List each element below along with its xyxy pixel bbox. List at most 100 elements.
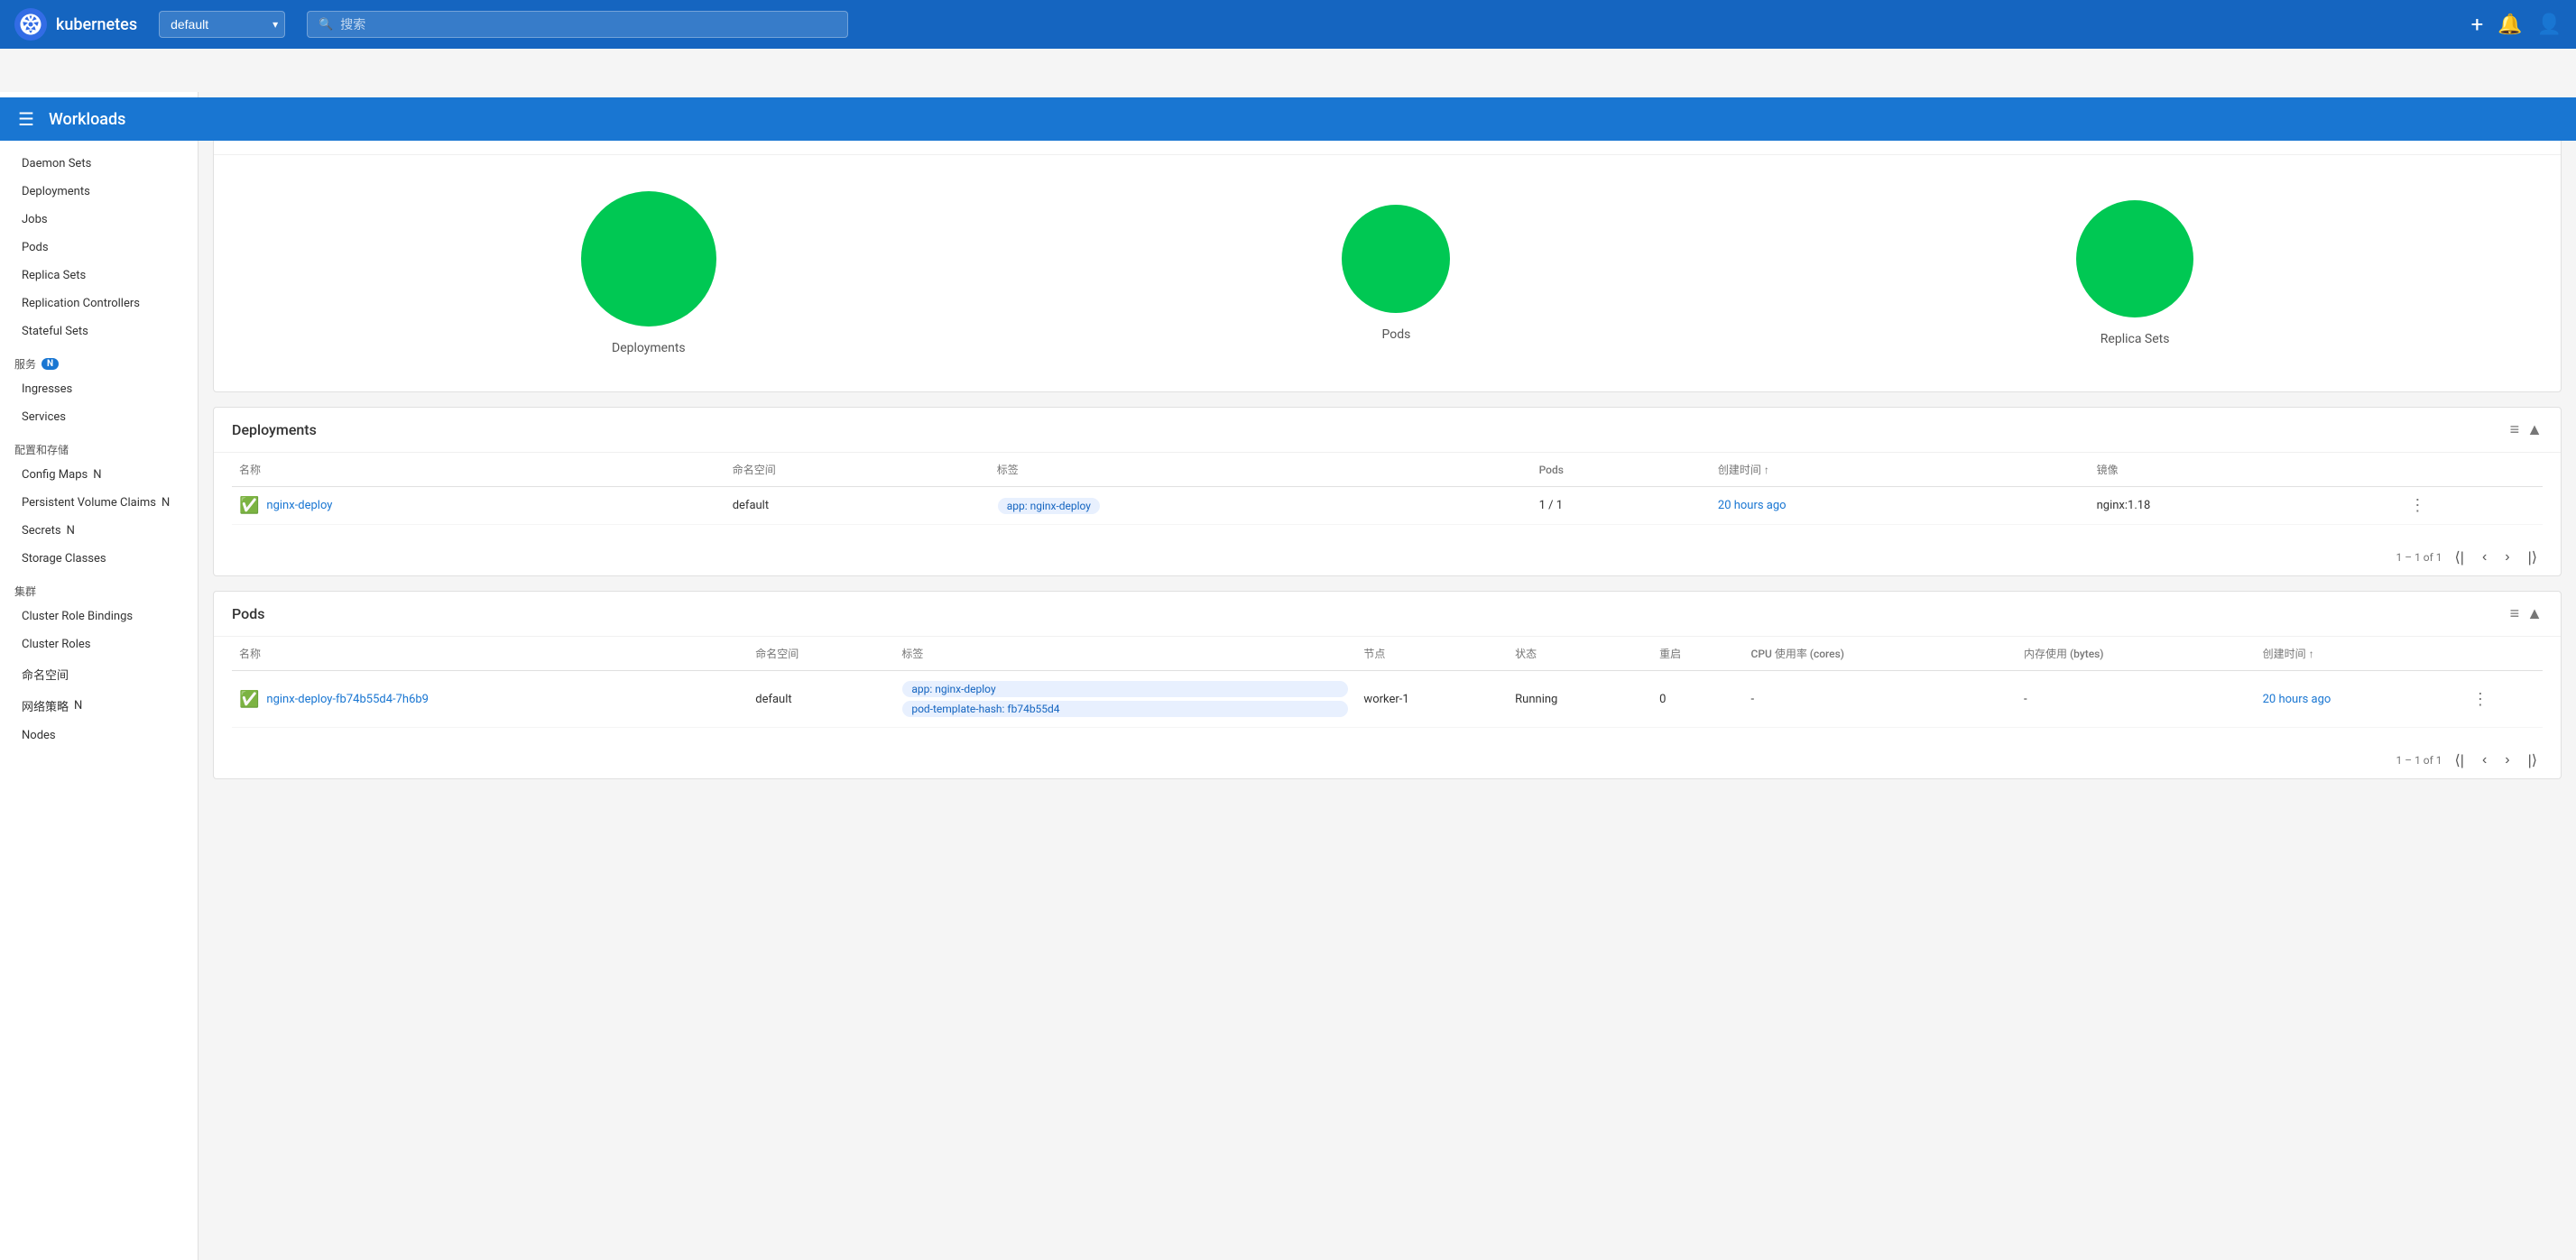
sidebar: 工作负载 N Cron Jobs Daemon Sets Deployments… xyxy=(0,92,199,1260)
sidebar-item-cluster-role-bindings[interactable]: Cluster Role Bindings xyxy=(0,602,198,630)
add-button[interactable]: + xyxy=(2471,12,2484,37)
pods-col-restarts: 重启 xyxy=(1652,637,1743,671)
pods-first-page-button[interactable]: ⟨| xyxy=(2450,750,2470,771)
pods-col-created: 创建时间 ↑ xyxy=(2256,637,2465,671)
pod-restarts: 0 xyxy=(1652,671,1743,728)
deployments-col-image: 镜像 xyxy=(2090,453,2403,487)
replica-sets-circle-label: Replica Sets xyxy=(2101,332,2170,346)
deployments-col-pods: Pods xyxy=(1532,453,1711,487)
sidebar-section-services: 服务 N xyxy=(0,345,198,375)
circle-item-pods: Pods xyxy=(1342,205,1450,342)
pods-col-namespace: 命名空间 xyxy=(748,637,894,671)
deployments-first-page-button[interactable]: ⟨| xyxy=(2450,547,2470,568)
main-layout: 工作负载 N Cron Jobs Daemon Sets Deployments… xyxy=(0,92,2576,808)
sidebar-item-cluster-roles[interactable]: Cluster Roles xyxy=(0,630,198,658)
user-avatar-icon[interactable]: 👤 xyxy=(2537,14,2562,36)
pod-tag-2[interactable]: pod-template-hash: fb74b55d4 xyxy=(902,701,1348,717)
pods-circle-label: Pods xyxy=(1382,327,1411,342)
sidebar-section-config: 配置和存储 xyxy=(0,431,198,461)
pod-created-link[interactable]: 20 hours ago xyxy=(2263,693,2331,706)
pod-status-name: ✅ nginx-deploy-fb74b55d4-7h6b9 xyxy=(232,671,748,728)
search-box[interactable]: 🔍 xyxy=(307,11,848,38)
deployment-tag[interactable]: app: nginx-deploy xyxy=(998,498,1100,514)
namespace-dropdown[interactable]: default xyxy=(159,11,285,38)
pod-tag-1[interactable]: app: nginx-deploy xyxy=(902,681,1348,697)
topbar-actions: + 🔔 👤 xyxy=(2471,12,2562,37)
deployments-card-header: Deployments ≡ ▲ xyxy=(214,408,2561,453)
pod-status-icon: ✅ xyxy=(239,690,259,709)
pods-prev-page-button[interactable]: ‹ xyxy=(2477,750,2492,770)
deployments-table: 名称 命名空间 标签 Pods 创建时间 ↑ 镜像 xyxy=(232,453,2543,525)
deployments-collapse-icon[interactable]: ▲ xyxy=(2526,420,2543,439)
sidebar-item-stateful-sets[interactable]: Stateful Sets xyxy=(0,317,198,345)
pod-name-link[interactable]: nginx-deploy-fb74b55d4-7h6b9 xyxy=(266,693,429,706)
sidebar-item-replica-sets[interactable]: Replica Sets xyxy=(0,262,198,290)
sidebar-item-pvc[interactable]: Persistent Volume Claims N xyxy=(0,489,198,517)
sidebar-item-config-maps[interactable]: Config Maps N xyxy=(0,461,198,489)
pods-col-actions xyxy=(2465,637,2543,671)
deployment-name-link[interactable]: nginx-deploy xyxy=(266,499,332,512)
sidebar-item-ingresses[interactable]: Ingresses xyxy=(0,375,198,403)
pods-pagination-text: 1 – 1 of 1 xyxy=(2396,754,2442,767)
sidebar-item-services[interactable]: Services xyxy=(0,403,198,431)
namespace-selector[interactable]: default xyxy=(159,11,285,38)
pods-col-memory: 内存使用 (bytes) xyxy=(2017,637,2256,671)
pods-next-page-button[interactable]: › xyxy=(2499,750,2515,770)
pods-card-actions: ≡ ▲ xyxy=(2510,604,2543,623)
sidebar-item-nodes[interactable]: Nodes xyxy=(0,722,198,750)
deployment-created: 20 hours ago xyxy=(1711,487,2090,525)
pods-col-labels: 标签 xyxy=(894,637,1356,671)
pods-table-header-row: 名称 命名空间 标签 节点 状态 重启 CPU 使用率 (cores) 内存使用… xyxy=(232,637,2543,671)
circle-item-deployments: Deployments xyxy=(581,191,716,355)
search-input[interactable] xyxy=(340,17,836,32)
pods-col-name: 名称 xyxy=(232,637,748,671)
deployments-col-namespace: 命名空间 xyxy=(725,453,990,487)
pod-tags: app: nginx-deploy pod-template-hash: fb7… xyxy=(894,671,1356,728)
sidebar-item-jobs[interactable]: Jobs xyxy=(0,206,198,234)
sidebar-item-namespaces[interactable]: 命名空间 xyxy=(0,658,198,690)
deployment-created-link[interactable]: 20 hours ago xyxy=(1718,499,1787,512)
pod-created: 20 hours ago xyxy=(2256,671,2465,728)
pods-last-page-button[interactable]: |⟩ xyxy=(2523,750,2543,771)
sidebar-item-secrets[interactable]: Secrets N xyxy=(0,517,198,545)
deployments-table-area: 名称 命名空间 标签 Pods 创建时间 ↑ 镜像 xyxy=(214,453,2561,539)
pod-memory: - xyxy=(2017,671,2256,728)
deployment-namespace: default xyxy=(725,487,990,525)
replica-sets-circle xyxy=(2076,200,2193,317)
sidebar-item-network-policies[interactable]: 网络策略 N xyxy=(0,690,198,722)
deployments-last-page-button[interactable]: |⟩ xyxy=(2523,547,2543,568)
deployments-circle xyxy=(581,191,716,326)
deployment-row-menu-icon[interactable]: ⋮ xyxy=(2409,496,2425,515)
sidebar-item-pods[interactable]: Pods xyxy=(0,234,198,262)
pods-filter-icon[interactable]: ≡ xyxy=(2510,604,2520,623)
deployments-filter-icon[interactable]: ≡ xyxy=(2510,420,2520,439)
deployments-pagination: 1 – 1 of 1 ⟨| ‹ › |⟩ xyxy=(214,539,2561,575)
notifications-icon[interactable]: 🔔 xyxy=(2498,14,2522,36)
pod-row-menu[interactable]: ⋮ xyxy=(2465,671,2543,728)
pods-table: 名称 命名空间 标签 节点 状态 重启 CPU 使用率 (cores) 内存使用… xyxy=(232,637,2543,728)
deployments-next-page-button[interactable]: › xyxy=(2499,547,2515,567)
deployment-row-menu[interactable]: ⋮ xyxy=(2402,487,2543,525)
logo: kubernetes xyxy=(14,8,137,41)
deployments-card-title: Deployments xyxy=(232,421,317,438)
kubernetes-logo-icon xyxy=(14,8,47,41)
sidebar-item-daemon-sets[interactable]: Daemon Sets xyxy=(0,150,198,178)
pods-circle xyxy=(1342,205,1450,313)
pod-cpu: - xyxy=(1744,671,2017,728)
deployments-pagination-text: 1 – 1 of 1 xyxy=(2396,551,2442,564)
pods-card-header: Pods ≡ ▲ xyxy=(214,592,2561,637)
sidebar-item-replication-controllers[interactable]: Replication Controllers xyxy=(0,290,198,317)
deployments-prev-page-button[interactable]: ‹ xyxy=(2477,547,2492,567)
pod-row-menu-icon[interactable]: ⋮ xyxy=(2472,690,2488,709)
menu-icon[interactable]: ☰ xyxy=(18,108,34,130)
deployment-status-icon: ✅ xyxy=(239,496,259,515)
pods-table-area: 名称 命名空间 标签 节点 状态 重启 CPU 使用率 (cores) 内存使用… xyxy=(214,637,2561,742)
pod-node: worker-1 xyxy=(1356,671,1508,728)
sidebar-item-deployments[interactable]: Deployments xyxy=(0,178,198,206)
deployment-status-name: ✅ nginx-deploy xyxy=(232,487,725,525)
workloads-bar: ☰ Workloads xyxy=(0,97,2576,141)
pods-collapse-icon[interactable]: ▲ xyxy=(2526,604,2543,623)
table-row: ✅ nginx-deploy default app: nginx-deploy xyxy=(232,487,2543,525)
deployments-card-actions: ≡ ▲ xyxy=(2510,420,2543,439)
sidebar-item-storage-classes[interactable]: Storage Classes xyxy=(0,545,198,573)
